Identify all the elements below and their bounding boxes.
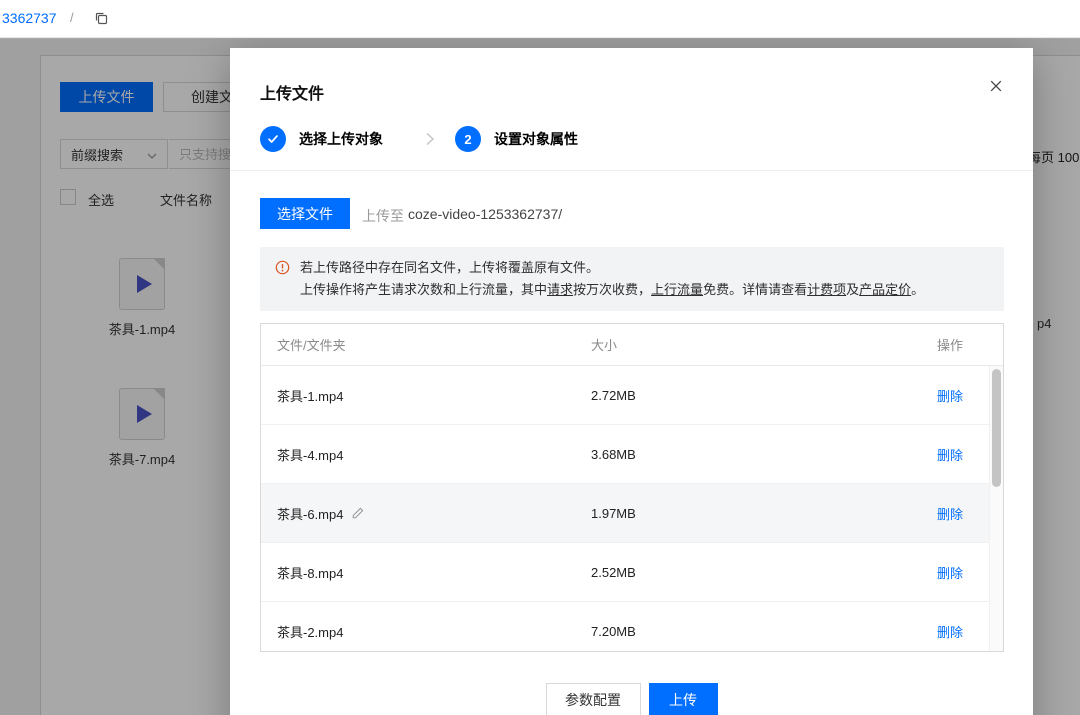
delete-link[interactable]: 删除 [937,448,963,463]
notice-link[interactable]: 上行流量 [651,282,703,297]
step-2: 2 设置对象属性 [455,126,578,152]
delete-link[interactable]: 删除 [937,507,963,522]
modal-footer: 参数配置 上传 [230,683,1033,715]
param-config-button[interactable]: 参数配置 [546,683,641,715]
notice-link[interactable]: 产品定价 [859,282,911,297]
scrollbar-track[interactable] [989,366,1003,651]
chevron-right-icon [425,132,435,146]
breadcrumb-separator: / [70,10,74,25]
breadcrumb-bar: 3362737 / [0,0,1080,38]
header-action: 操作 [883,335,1003,354]
table-row: 茶具-4.mp4 3.68MB 删除 [261,425,1003,484]
table-row: 茶具-2.mp4 7.20MB 删除 [261,602,1003,651]
file-name: 茶具-1.mp4 [277,386,343,405]
step-number: 2 [455,126,481,152]
notice-line1: 若上传路径中存在同名文件，上传将覆盖原有文件。 [300,257,990,279]
modal-title: 上传文件 [260,80,324,104]
action-cell: 删除 [883,504,1003,523]
warning-icon [275,260,290,275]
step-1: 选择上传对象 [260,126,383,152]
notice-link[interactable]: 请求 [547,282,573,297]
upload-button[interactable]: 上传 [649,683,718,715]
file-name-cell: 茶具-4.mp4 [261,445,591,464]
table-header: 文件/文件夹 大小 操作 [261,324,1003,366]
file-name-cell: 茶具-6.mp4 [261,504,591,523]
scrollbar-thumb[interactable] [992,369,1001,487]
file-size-cell: 2.52MB [591,565,883,580]
upload-table-body: 茶具-1.mp42.72MB删除茶具-4.mp43.68MB删除茶具-6.mp4… [261,366,1003,651]
upload-path: coze-video-1253362737/ [408,206,562,222]
header-file: 文件/文件夹 [261,335,591,354]
file-size-cell: 3.68MB [591,447,883,462]
notice-text: 上传操作将产生请求次数和上行流量，其中 [300,282,547,297]
notice-box: 若上传路径中存在同名文件，上传将覆盖原有文件。 上传操作将产生请求次数和上行流量… [260,247,1004,311]
step-check-icon [260,126,286,152]
action-cell: 删除 [883,563,1003,582]
file-name-cell: 茶具-1.mp4 [261,386,591,405]
header-size: 大小 [591,335,883,354]
notice-text: 及 [846,282,859,297]
step-label: 选择上传对象 [299,129,383,149]
breadcrumb-bucket-link[interactable]: 3362737 [2,10,57,26]
edit-icon[interactable] [351,506,365,520]
delete-link[interactable]: 删除 [937,625,963,640]
table-row: 茶具-1.mp4 2.72MB 删除 [261,366,1003,425]
screen: 3362737 / 上传文件 创建文件 前缀搜索 全选 文件名称 茶具-1.mp… [0,0,1080,715]
divider [230,170,1033,171]
upload-modal: 上传文件 选择上传对象 2 设置对象属性 选择文件 上传至 coze-video-1… [230,48,1033,715]
file-size-cell: 7.20MB [591,624,883,639]
file-size-cell: 2.72MB [591,388,883,403]
upload-to-label: 上传至 [362,206,404,226]
file-name: 茶具-8.mp4 [277,563,343,582]
table-row: 茶具-8.mp4 2.52MB 删除 [261,543,1003,602]
file-name: 茶具-4.mp4 [277,445,343,464]
notice-text: 免费。详情请查看 [703,282,807,297]
file-size-cell: 1.97MB [591,506,883,521]
notice-text: 按万次收费， [573,282,651,297]
file-name-cell: 茶具-8.mp4 [261,563,591,582]
file-name: 茶具-6.mp4 [277,504,343,523]
delete-link[interactable]: 删除 [937,389,963,404]
notice-line2: 上传操作将产生请求次数和上行流量，其中请求按万次收费，上行流量免费。详情请查看计… [300,279,990,301]
upload-file-table: 文件/文件夹 大小 操作 茶具-1.mp42.72MB删除茶具-4.mp43.6… [260,323,1004,652]
table-row: 茶具-6.mp4 1.97MB 删除 [261,484,1003,543]
select-file-button[interactable]: 选择文件 [260,198,350,229]
file-name: 茶具-2.mp4 [277,622,343,641]
notice-link[interactable]: 计费项 [807,282,846,297]
delete-link[interactable]: 删除 [937,566,963,581]
copy-icon[interactable] [93,10,109,26]
action-cell: 删除 [883,386,1003,405]
notice-text: 。 [911,282,924,297]
action-cell: 删除 [883,445,1003,464]
close-icon[interactable] [989,79,1005,95]
steps: 选择上传对象 2 设置对象属性 [260,126,578,152]
file-name-cell: 茶具-2.mp4 [261,622,591,641]
step-label: 设置对象属性 [494,129,578,149]
action-cell: 删除 [883,622,1003,641]
